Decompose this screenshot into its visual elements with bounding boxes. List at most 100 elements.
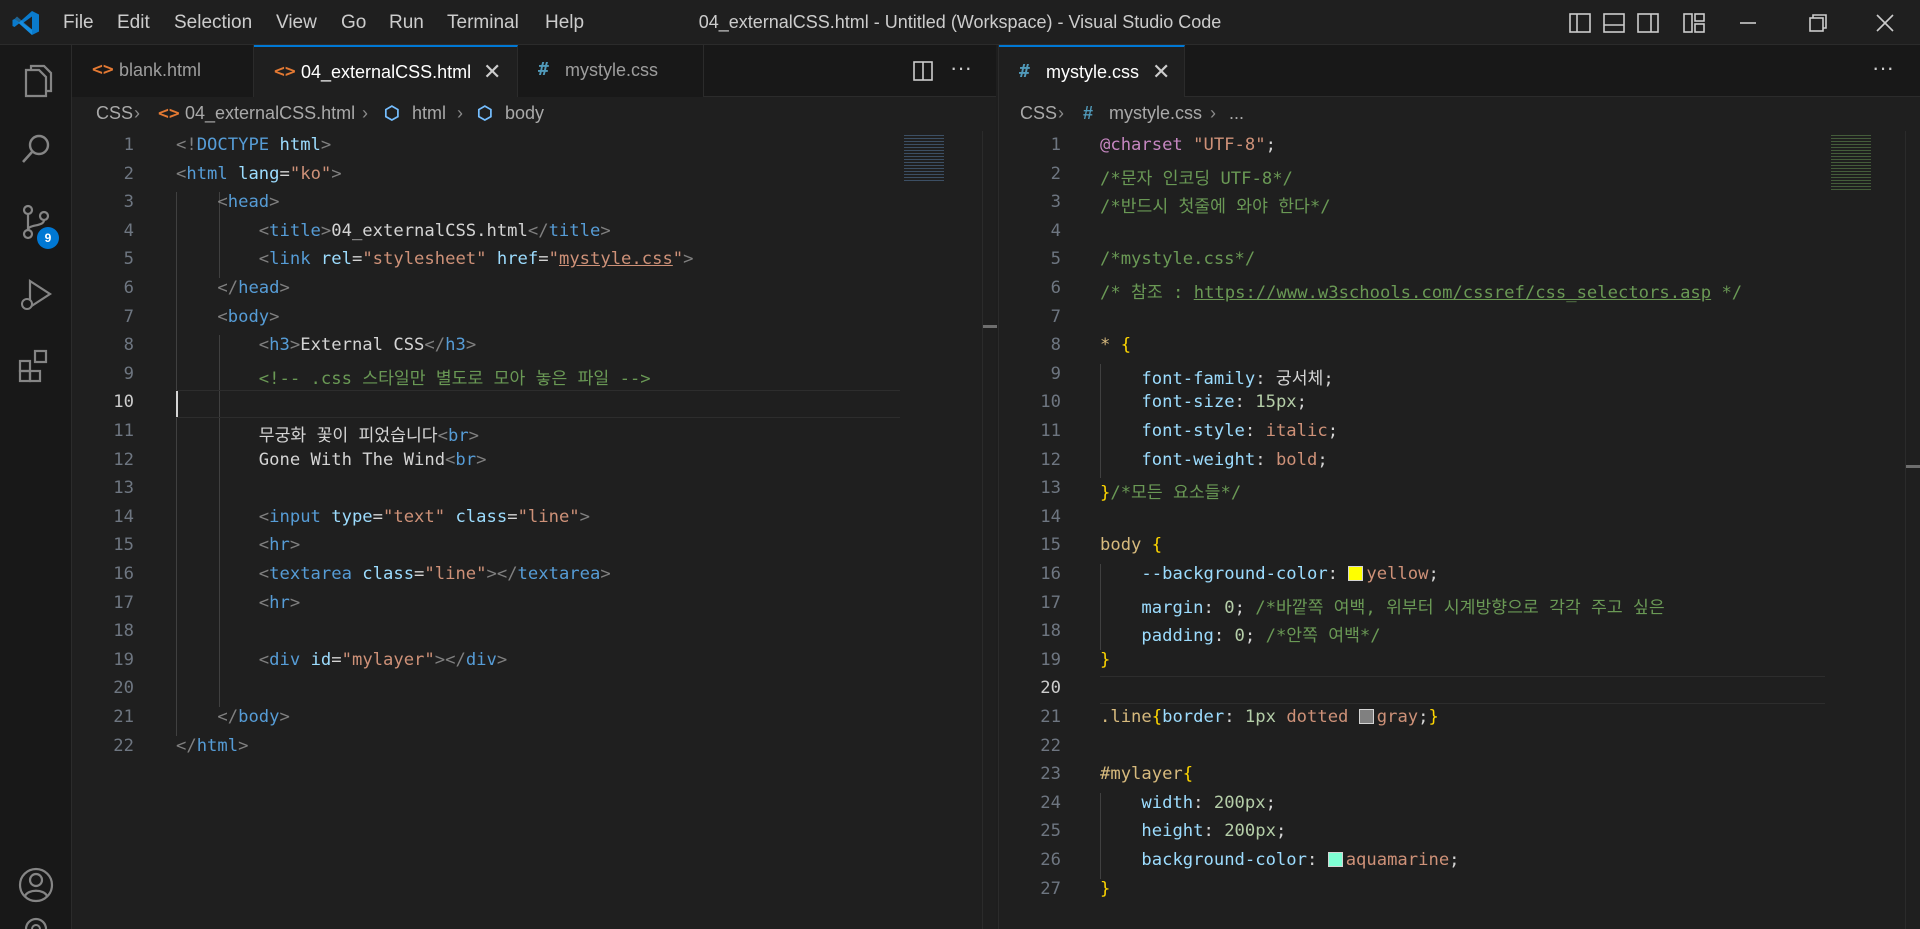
files-icon[interactable] [14, 60, 58, 104]
color-swatch[interactable] [1348, 566, 1364, 581]
menu-terminal[interactable]: Terminal [447, 12, 519, 34]
code-token: ; [1244, 626, 1266, 647]
breadcrumb-more[interactable]: ... [1229, 103, 1244, 124]
code-token: < [217, 306, 228, 327]
symbol-element-icon: ⬡ [384, 103, 400, 123]
more-actions-icon[interactable]: ··· [950, 55, 972, 81]
code-token: < [258, 506, 270, 527]
breadcrumb-folder[interactable]: CSS [1020, 103, 1057, 124]
menu-help[interactable]: Help [545, 12, 584, 34]
code-token: > [320, 220, 332, 241]
code-token: lang [238, 163, 280, 184]
account-icon[interactable] [14, 863, 58, 907]
toggle-secondary-sidebar-icon[interactable] [1636, 11, 1660, 35]
code-token: div [465, 649, 497, 670]
color-swatch[interactable] [1358, 709, 1374, 724]
current-line-highlight [1100, 676, 1825, 705]
color-swatch[interactable] [1327, 852, 1343, 867]
line-number: 14 [113, 506, 134, 527]
code-token: : [1234, 392, 1256, 413]
code-text: --background-color: yellow; [1100, 564, 1439, 584]
code-text: body { [1100, 535, 1162, 555]
search-icon[interactable] [14, 127, 58, 171]
more-actions-icon[interactable]: ··· [1872, 55, 1894, 81]
breadcrumb-symbol-body[interactable]: body [505, 103, 544, 124]
menu-file[interactable]: File [63, 12, 94, 34]
code-token: head [227, 192, 270, 213]
code-token: > [476, 449, 487, 470]
line-number: 17 [113, 592, 134, 613]
code-token: </ [217, 707, 239, 727]
code-text: /*반드시 첫줄에 와야 한다*/ [1100, 192, 1331, 217]
code-token: div [269, 649, 311, 670]
code-token: --background-color [1141, 564, 1328, 584]
code-token: hr [269, 535, 290, 556]
tab-close-icon[interactable]: ✕ [483, 59, 501, 85]
tab-04-externalcss-html[interactable]: <> 04_externalCSS.html ✕ [254, 45, 518, 97]
scrollbar[interactable] [1905, 131, 1920, 929]
css-file-icon: # [1083, 103, 1094, 123]
line-number: 5 [1050, 249, 1061, 270]
code-text: margin: 0; /*바깥쪽 여백, 위부터 시계방향으로 각각 주고 싶은 [1100, 593, 1664, 618]
breadcrumb-symbol-html[interactable]: html [412, 103, 446, 124]
breadcrumb-folder[interactable]: CSS [96, 103, 133, 124]
split-editor-icon[interactable] [912, 60, 934, 82]
code-token: html [196, 735, 239, 756]
tab-blank-html[interactable]: <> blank.html [72, 45, 254, 97]
code-token: body [238, 707, 280, 727]
minimap[interactable] [1825, 131, 1905, 929]
extensions-icon[interactable] [14, 345, 58, 389]
close-window-icon[interactable] [1873, 11, 1897, 35]
run-debug-icon[interactable] [14, 273, 58, 317]
code-token: ></ [434, 649, 466, 670]
line-number: 19 [1040, 649, 1061, 670]
code-text: /*mystyle.css*/ [1100, 249, 1255, 269]
menu-go[interactable]: Go [341, 12, 366, 34]
code-text: <h3>External CSS</h3> [176, 335, 476, 355]
tab-mystyle-css[interactable]: # mystyle.css [518, 45, 704, 97]
code-token: link [269, 249, 321, 270]
customize-layout-icon[interactable] [1682, 11, 1706, 35]
code-token: @charset [1100, 135, 1194, 155]
menu-run[interactable]: Run [389, 12, 424, 34]
code-token: 0 [1224, 597, 1235, 618]
restore-icon[interactable] [1806, 11, 1830, 35]
code-text: font-size: 15px; [1100, 392, 1307, 412]
line-number: 27 [1040, 878, 1061, 899]
menu-edit[interactable]: Edit [117, 12, 150, 34]
code-token: textarea [517, 564, 601, 584]
code-token: ; [1449, 850, 1460, 870]
menu-view[interactable]: View [276, 12, 317, 34]
minimize-icon[interactable] [1736, 11, 1760, 35]
code-token: title [269, 220, 321, 241]
code-token: "line" [517, 506, 580, 527]
code-token: </ [527, 220, 549, 241]
toggle-primary-sidebar-icon[interactable] [1568, 11, 1592, 35]
breadcrumb-file[interactable]: mystyle.css [1109, 103, 1202, 124]
code-token: ; [1428, 564, 1439, 584]
code-text: <!-- .css 스타일만 별도로 모아 놓은 파일 --> [176, 364, 651, 389]
code-text: background-color: aquamarine; [1100, 850, 1460, 870]
menu-selection[interactable]: Selection [174, 12, 252, 34]
scrollbar[interactable] [982, 131, 997, 929]
line-number: 24 [1040, 792, 1061, 813]
tab-label: mystyle.css [565, 60, 659, 80]
toggle-panel-icon[interactable] [1602, 11, 1626, 35]
tab-close-icon[interactable]: ✕ [1152, 59, 1170, 85]
line-number: 11 [113, 421, 134, 441]
code-token: */ [1711, 283, 1743, 303]
code-token: < [217, 192, 228, 213]
tab-mystyle-css-right[interactable]: # mystyle.css ✕ [999, 45, 1185, 97]
minimap[interactable] [904, 131, 982, 929]
code-token: ; [1265, 135, 1276, 155]
breadcrumb: CSS › # mystyle.css › ... [999, 97, 1920, 131]
chevron-right-icon: › [362, 103, 368, 123]
code-token: = [372, 506, 384, 527]
line-number: 19 [113, 649, 134, 670]
code-token: width [1141, 792, 1194, 813]
html-file-icon: <> [158, 103, 180, 124]
breadcrumb-file[interactable]: 04_externalCSS.html [185, 103, 355, 124]
settings-gear-icon[interactable] [14, 911, 58, 929]
